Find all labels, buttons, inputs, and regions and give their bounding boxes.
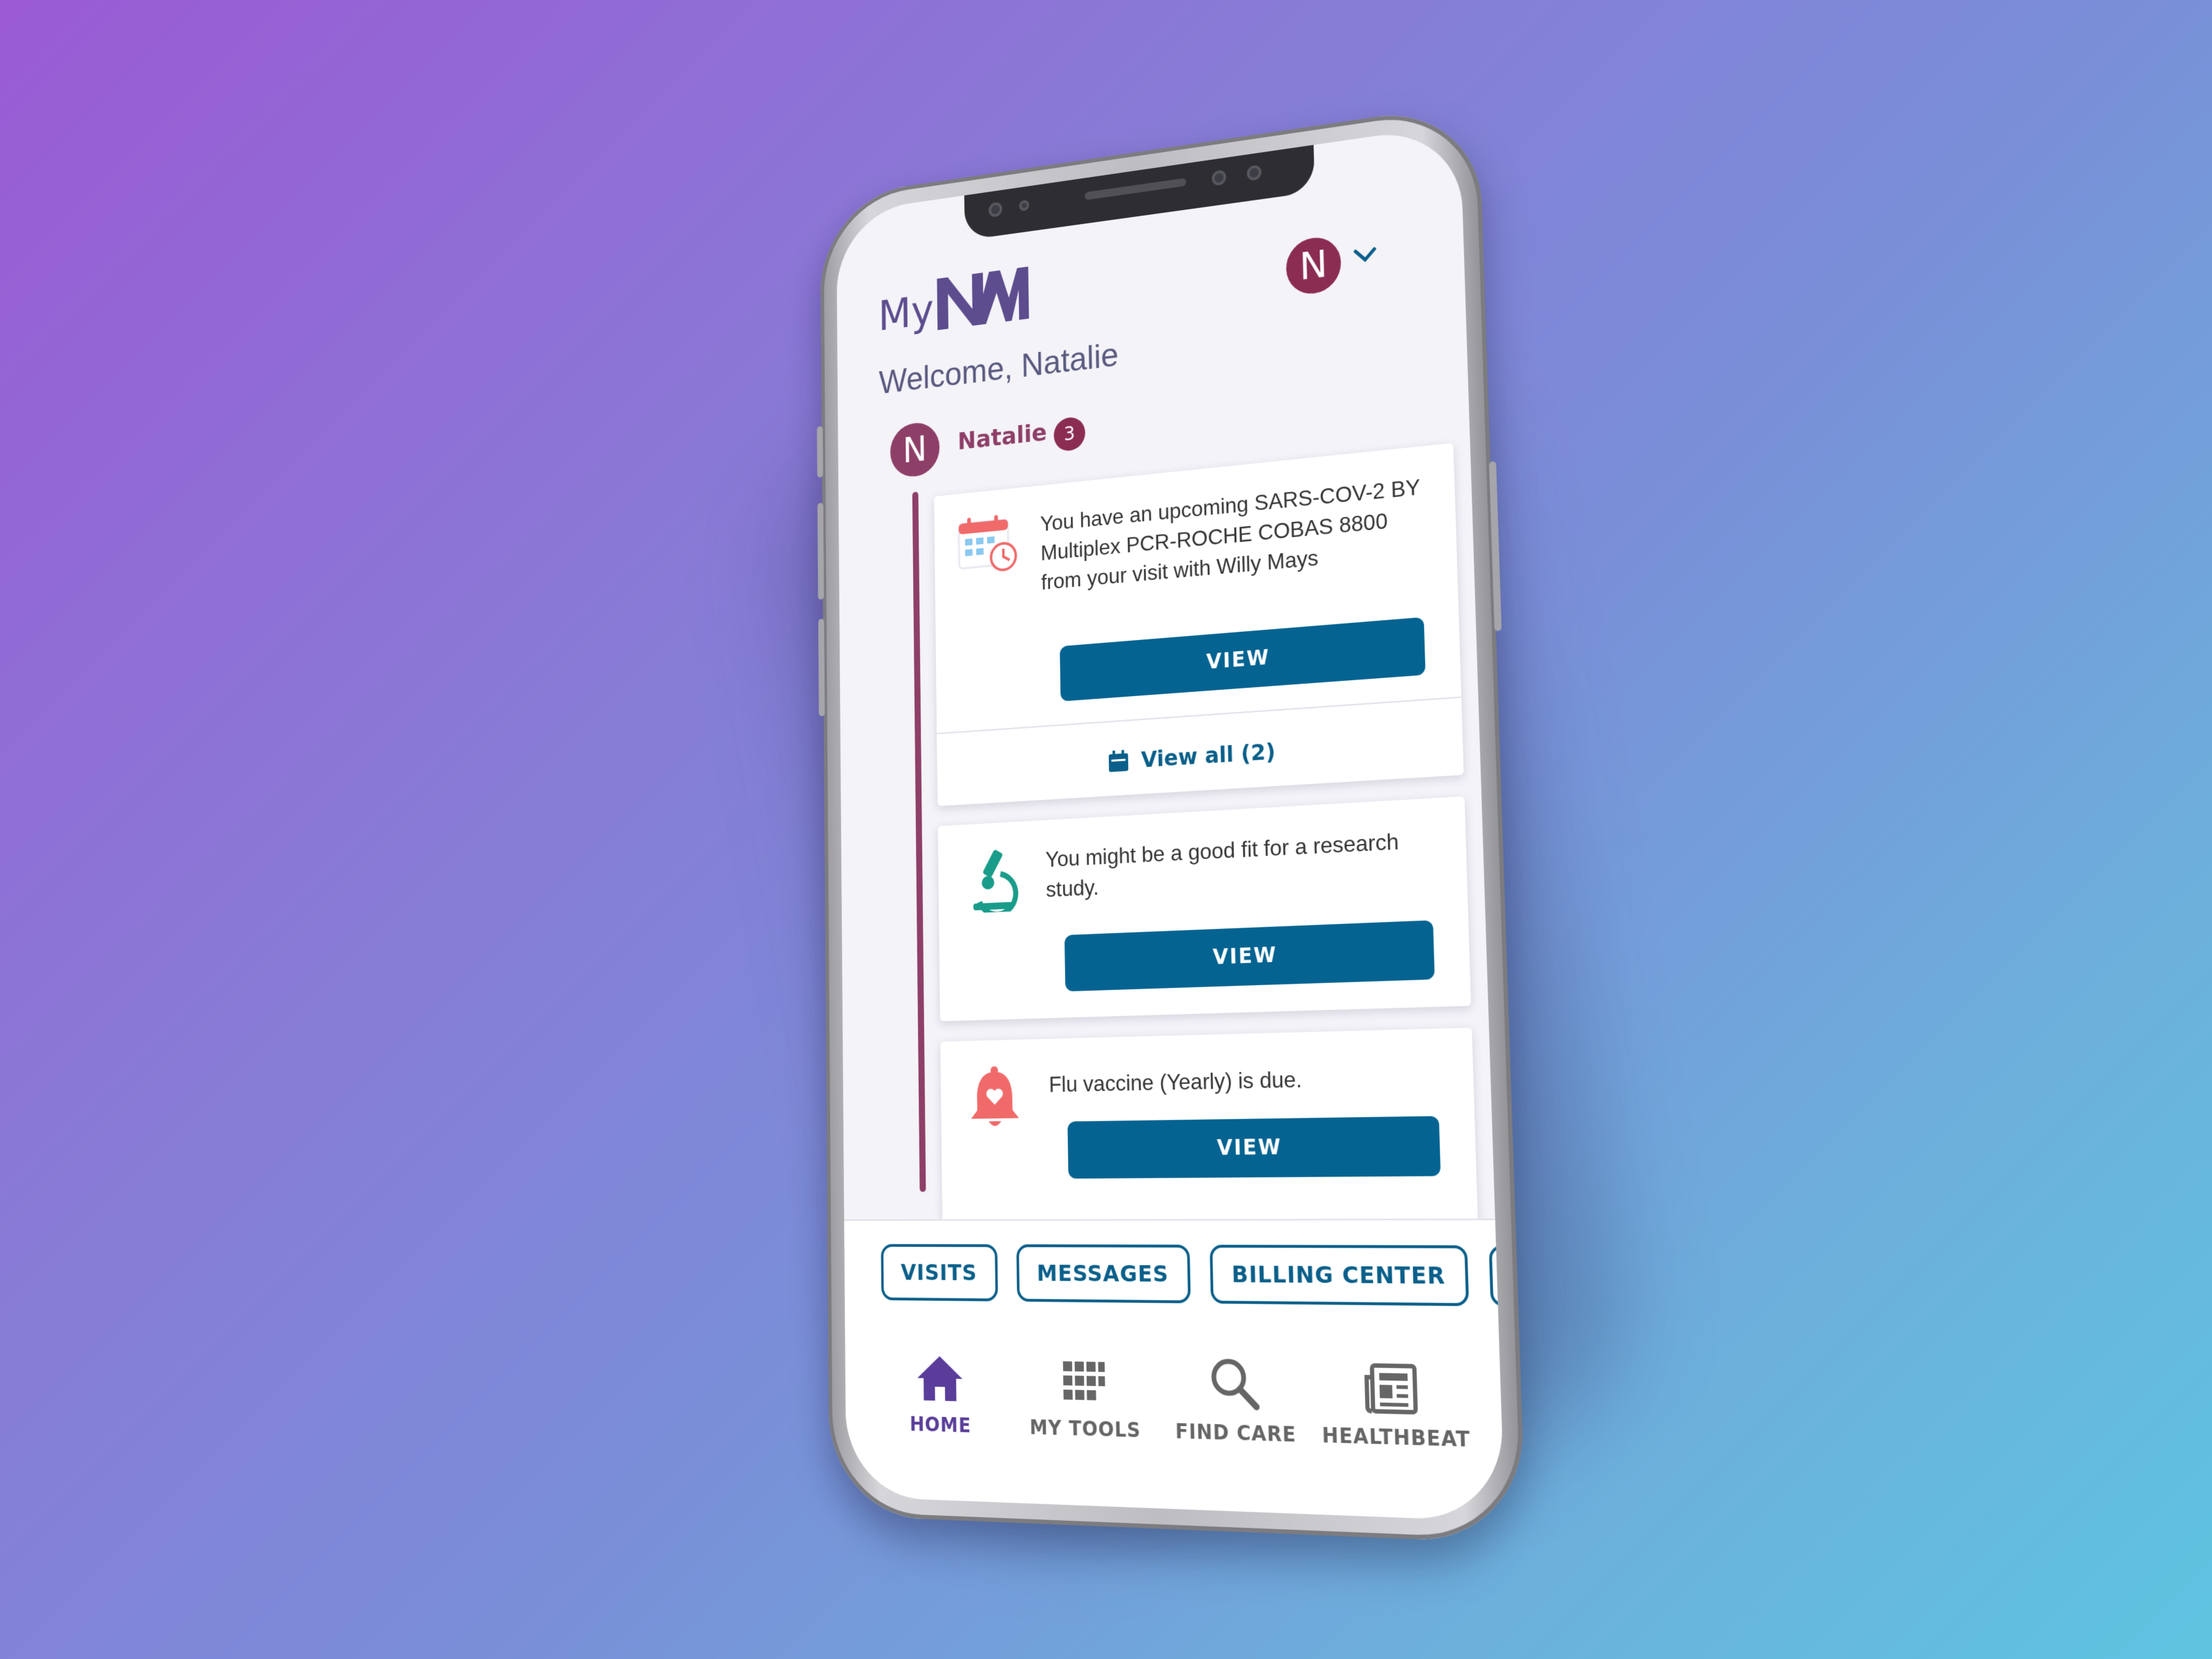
speaker-grille: [1085, 178, 1187, 200]
flu-vaccine-card: Flu vaccine (Yearly) is due. VIEW: [940, 1027, 1479, 1248]
home-icon: [917, 1356, 963, 1402]
visits-link[interactable]: VISITS: [881, 1244, 998, 1302]
view-research-button[interactable]: VIEW: [1064, 920, 1435, 992]
research-study-card: You might be a good fit for a research s…: [937, 796, 1472, 1022]
volume-down-button: [818, 618, 825, 717]
sensor: [1211, 169, 1227, 187]
sensor: [988, 201, 1002, 218]
volume-up-button: [817, 503, 824, 600]
bottom-tab-bar: HOME MY TOOLS FIND CARE HEALTHBEAT: [845, 1322, 1506, 1522]
front-camera: [1246, 164, 1262, 182]
person-avatar[interactable]: N: [890, 420, 940, 479]
logo-text: My: [878, 286, 935, 341]
tab-find-care[interactable]: FIND CARE: [1166, 1349, 1306, 1514]
grid-icon: [1062, 1361, 1105, 1400]
tab-my-tools-label: MY TOOLS: [1029, 1415, 1141, 1443]
messages-link[interactable]: MESSAGES: [1015, 1244, 1191, 1304]
appointment-card: You have an upcoming SARS-COV-2 BY Multi…: [934, 442, 1464, 807]
quick-links-bar: VISITS MESSAGES BILLING CENTER: [844, 1218, 1499, 1333]
tab-my-tools[interactable]: MY TOOLS: [1019, 1347, 1152, 1508]
view-all-link[interactable]: View all (2): [937, 704, 1463, 806]
welcome-heading: Welcome, Natalie: [879, 335, 1119, 402]
newspaper-icon: [1363, 1362, 1418, 1416]
mute-switch: [816, 426, 823, 478]
calendar-icon: [1109, 749, 1129, 772]
tab-home-label: HOME: [909, 1412, 972, 1438]
phone-mockup: My N Welcome, Natalie N Natalie 3 You ha…: [816, 102, 1526, 1544]
tab-healthbeat-label: HEALTHBEAT: [1322, 1423, 1471, 1452]
chevron-down-icon[interactable]: [1351, 245, 1379, 268]
app-logo[interactable]: My: [878, 263, 1029, 341]
microscope-icon: [960, 849, 1023, 914]
user-avatar[interactable]: N: [1285, 234, 1342, 297]
sensor: [1019, 199, 1029, 212]
notification-count-badge: 3: [1053, 415, 1086, 453]
view-all-label: View all (2): [1141, 738, 1276, 773]
app-screen: My N Welcome, Natalie N Natalie 3 You ha…: [836, 124, 1506, 1522]
view-appointment-button[interactable]: VIEW: [1060, 617, 1426, 702]
person-name[interactable]: Natalie: [957, 419, 1047, 456]
tab-healthbeat[interactable]: HEALTHBEAT: [1320, 1351, 1471, 1520]
search-icon: [1208, 1356, 1261, 1412]
calendar-clock-icon: [956, 514, 1018, 577]
bell-heart-icon: [970, 1066, 1020, 1127]
appointment-text: You have an upcoming SARS-COV-2 BY Multi…: [1040, 474, 1421, 594]
nm-logo-mark: [937, 266, 1029, 330]
flu-vaccine-text: Flu vaccine (Yearly) is due.: [1049, 1066, 1302, 1097]
view-flu-vaccine-button[interactable]: VIEW: [1067, 1116, 1441, 1179]
timeline-line: [912, 491, 926, 1192]
tab-home[interactable]: HOME: [877, 1344, 1004, 1502]
research-study-text: You might be a good fit for a research s…: [1045, 828, 1400, 902]
tab-find-care-label: FIND CARE: [1175, 1419, 1297, 1447]
billing-center-link[interactable]: BILLING CENTER: [1209, 1244, 1470, 1306]
